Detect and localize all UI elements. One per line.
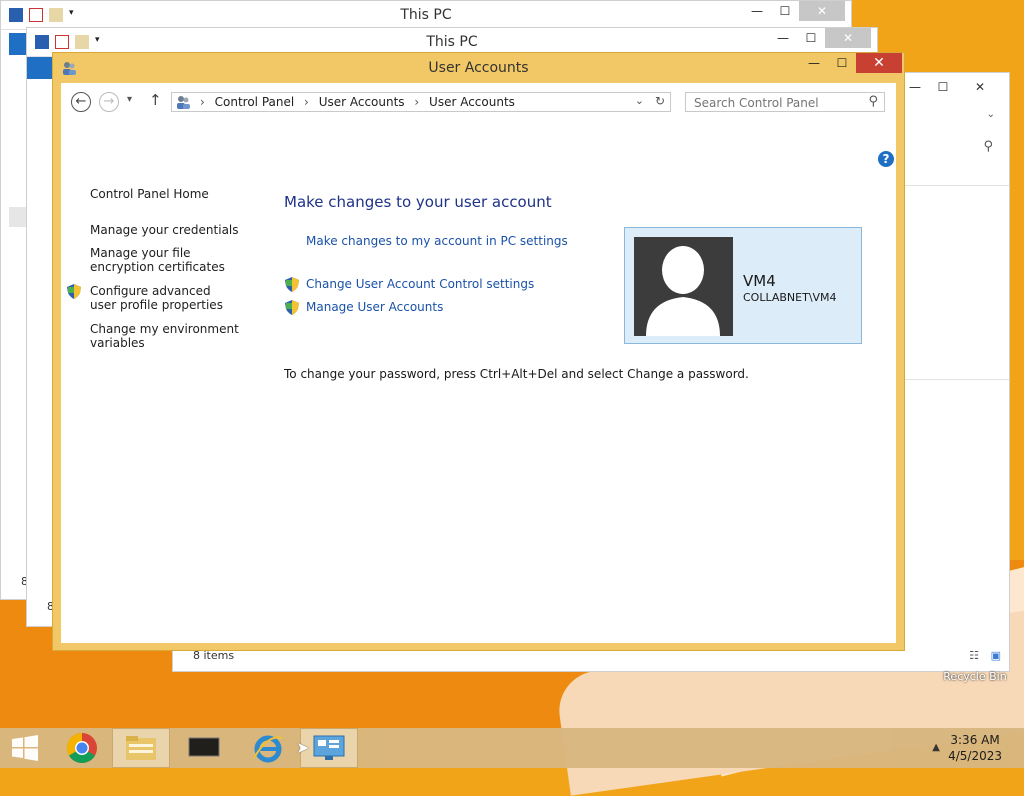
ribbon-tab-file[interactable]: [9, 33, 27, 55]
window-title: User Accounts: [428, 60, 529, 76]
uac-shield-icon: [285, 277, 299, 292]
control-panel-home-link[interactable]: Control Panel Home: [90, 187, 260, 201]
maximize-button[interactable]: ☐: [771, 1, 799, 21]
folder-icon: [126, 736, 156, 760]
control-panel-icon: [313, 735, 345, 760]
close-button[interactable]: ✕: [825, 28, 871, 48]
breadcrumb-control-panel[interactable]: Control Panel: [215, 95, 295, 109]
breadcrumb-separator-icon: ›: [200, 95, 205, 109]
manage-user-accounts-link[interactable]: Manage User Accounts: [306, 300, 443, 314]
page-title: Make changes to your user account: [284, 193, 552, 211]
details-view-icon[interactable]: ☷: [969, 649, 979, 662]
environment-variables-link[interactable]: Change my environment variables: [90, 322, 240, 350]
search-icon[interactable]: ⚲: [983, 139, 993, 154]
uac-shield-icon: [67, 284, 81, 299]
uac-shield-icon: [285, 300, 299, 315]
breadcrumb-user-accounts-current[interactable]: User Accounts: [429, 95, 515, 109]
pc-settings-link[interactable]: Make changes to my account in PC setting…: [306, 234, 568, 248]
back-button[interactable]: ←: [71, 92, 91, 112]
forward-button[interactable]: →: [99, 92, 119, 112]
address-dropdown-icon[interactable]: ⌄: [987, 109, 995, 120]
maximize-button[interactable]: ☐: [828, 53, 856, 73]
taskbar-file-explorer[interactable]: [112, 728, 170, 768]
user-card[interactable]: VM4 COLLABNET\VM4: [624, 227, 862, 344]
maximize-button[interactable]: ☐: [797, 28, 825, 48]
window-controls: — ☐ ✕: [769, 28, 871, 48]
minimize-button[interactable]: —: [800, 53, 828, 73]
clock[interactable]: 3:36 AM 4/5/2023: [948, 732, 1002, 764]
clock-date: 4/5/2023: [948, 749, 1002, 763]
manage-credentials-link[interactable]: Manage your credentials: [90, 223, 260, 237]
taskbar-desktop-app[interactable]: [176, 728, 232, 768]
large-icons-view-icon[interactable]: ▣: [991, 649, 1001, 662]
user-name: VM4: [743, 272, 776, 290]
mouse-cursor-icon: ➤: [296, 738, 310, 757]
chrome-icon: [66, 733, 97, 764]
address-bar[interactable]: › Control Panel › User Accounts › User A…: [171, 92, 671, 112]
uac-settings-link[interactable]: Change User Account Control settings: [306, 277, 534, 291]
password-note: To change your password, press Ctrl+Alt+…: [284, 367, 749, 381]
navigation-bar: ← → ▾ ↑ › Control Panel › User Accounts …: [61, 83, 896, 123]
close-button[interactable]: ✕: [856, 53, 902, 73]
file-encryption-link[interactable]: Manage your file encryption certificates: [90, 246, 250, 274]
close-button[interactable]: ✕: [957, 77, 1003, 97]
breadcrumb: › Control Panel › User Accounts › User A…: [200, 95, 521, 109]
avatar[interactable]: [634, 237, 733, 336]
breadcrumb-separator-icon[interactable]: ›: [304, 95, 309, 109]
internet-explorer-icon: [253, 735, 283, 763]
recent-locations-chevron-icon[interactable]: ▾: [127, 94, 132, 105]
search-input[interactable]: [692, 95, 856, 111]
titlebar[interactable]: User Accounts — ☐ ✕: [53, 53, 904, 83]
windows-logo-icon: [12, 735, 38, 761]
monitor-icon: [188, 737, 220, 757]
control-panel-icon: [177, 96, 190, 109]
help-icon[interactable]: ?: [878, 151, 894, 167]
taskbar-internet-explorer[interactable]: [240, 728, 296, 768]
user-domain-account: COLLABNET\VM4: [743, 291, 837, 304]
address-dropdown-icon[interactable]: ⌄: [635, 94, 644, 107]
breadcrumb-user-accounts[interactable]: User Accounts: [319, 95, 405, 109]
window-content: ← → ▾ ↑ › Control Panel › User Accounts …: [61, 83, 896, 643]
window-title: This PC: [426, 34, 478, 50]
window-title: This PC: [400, 7, 452, 23]
clock-time: 3:36 AM: [950, 733, 1000, 747]
maximize-button[interactable]: ☐: [929, 77, 957, 97]
search-icon[interactable]: ⚲: [868, 94, 878, 109]
close-button[interactable]: ✕: [799, 1, 845, 21]
start-button[interactable]: [0, 728, 50, 768]
taskbar-chrome[interactable]: [54, 728, 110, 768]
window-controls: — ☐ ✕: [901, 77, 1003, 97]
minimize-button[interactable]: —: [901, 77, 929, 97]
ribbon-tab-file[interactable]: [27, 57, 53, 79]
show-hidden-icons-icon[interactable]: ▲: [932, 742, 940, 753]
minimize-button[interactable]: —: [743, 1, 771, 21]
minimize-button[interactable]: —: [769, 28, 797, 48]
breadcrumb-separator-icon[interactable]: ›: [414, 95, 419, 109]
user-silhouette-icon: [646, 246, 720, 336]
recycle-bin-label[interactable]: Recycle Bin: [940, 670, 1010, 683]
window-controls: — ☐ ✕: [743, 1, 845, 21]
advanced-profile-link[interactable]: Configure advanced user profile properti…: [90, 284, 240, 312]
titlebar[interactable]: ▾ This PC — ☐ ✕: [1, 1, 851, 30]
taskbar: ➤ ▲ 3:36 AM 4/5/2023: [0, 728, 1024, 768]
search-box[interactable]: ⚲: [685, 92, 885, 112]
up-button[interactable]: ↑: [149, 91, 162, 109]
user-accounts-window[interactable]: User Accounts — ☐ ✕ ← → ▾ ↑ › Control Pa…: [52, 52, 905, 651]
refresh-icon[interactable]: ↻: [655, 94, 665, 108]
window-controls: — ☐ ✕: [800, 53, 902, 73]
